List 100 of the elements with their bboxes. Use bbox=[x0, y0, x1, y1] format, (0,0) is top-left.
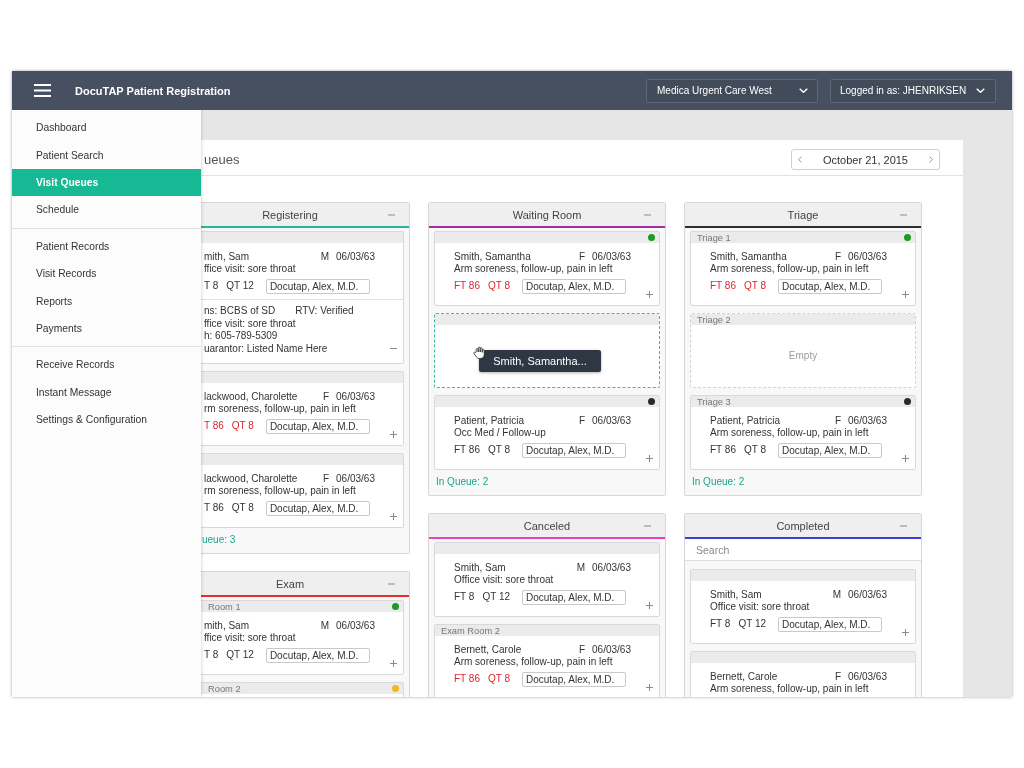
provider-field[interactable]: Docutap, Alex, M.D. bbox=[265, 418, 370, 434]
birth-date: 06/03/63 bbox=[336, 473, 375, 485]
qt-time: QT 8 bbox=[487, 444, 510, 456]
hand-cursor-icon bbox=[473, 346, 485, 359]
search-field[interactable]: Search bbox=[685, 539, 921, 561]
patient-sex: F bbox=[322, 473, 330, 485]
expand-button[interactable] bbox=[390, 513, 397, 520]
chevron-left-icon bbox=[798, 156, 802, 163]
chevron-right-icon bbox=[929, 156, 933, 163]
patient-name: Smith, Samantha bbox=[710, 251, 787, 263]
provider-field[interactable]: Docutap, Alex, M.D. bbox=[265, 500, 370, 516]
drag-preview[interactable]: Smith, Samantha... bbox=[479, 350, 601, 372]
patient-name: lackwood, Charolette bbox=[204, 391, 298, 403]
visit-reason: Arm soreness, follow-up, pain in left bbox=[710, 263, 869, 275]
qt-time: QT 12 bbox=[738, 618, 766, 630]
provider-field[interactable]: Docutap, Alex, M.D. bbox=[778, 616, 882, 632]
expand-button[interactable] bbox=[902, 629, 909, 636]
provider-field[interactable]: Docutap, Alex, M.D. bbox=[522, 278, 626, 294]
minus-icon bbox=[643, 213, 651, 216]
sidebar-item[interactable]: Payments bbox=[12, 314, 201, 343]
expand-button[interactable] bbox=[390, 660, 397, 667]
ft-time: FT 86 bbox=[710, 444, 736, 456]
minus-icon bbox=[387, 582, 395, 585]
provider-field[interactable]: Docutap, Alex, M.D. bbox=[265, 278, 370, 294]
minus-icon bbox=[387, 213, 395, 216]
ft-time: FT 86 bbox=[454, 280, 480, 292]
qt-time: QT 12 bbox=[226, 649, 254, 661]
patient-name: Smith, Samantha bbox=[454, 251, 531, 263]
ft-time: FT 8 bbox=[710, 618, 731, 630]
expand-button[interactable] bbox=[902, 291, 909, 298]
queue-count: In Queue: 2 bbox=[435, 476, 490, 488]
sidebar-item[interactable]: Settings & Configuration bbox=[12, 405, 201, 434]
sidebar-item[interactable]: Reports bbox=[12, 287, 201, 315]
sidebar-item[interactable]: Schedule bbox=[12, 196, 201, 224]
birth-date: 06/03/63 bbox=[592, 644, 631, 656]
birth-date: 06/03/63 bbox=[592, 415, 631, 427]
room-label: Triage 1 bbox=[697, 232, 731, 243]
empty-label: Empty bbox=[788, 350, 818, 362]
patient-sex: F bbox=[834, 415, 842, 427]
patient-sex: F bbox=[578, 251, 586, 263]
ft-time: T 8 bbox=[204, 649, 219, 661]
sidebar-item[interactable]: Dashboard bbox=[12, 114, 201, 142]
plus-icon bbox=[902, 291, 909, 298]
location-dropdown[interactable]: Medica Urgent Care West bbox=[646, 78, 818, 103]
minus-icon bbox=[643, 524, 651, 527]
ft-time: FT 86 bbox=[454, 673, 480, 685]
previous-date-button[interactable] bbox=[798, 156, 802, 163]
patient-sex: M bbox=[320, 251, 330, 263]
sidebar-item[interactable]: Receive Records bbox=[12, 351, 201, 379]
provider-field[interactable]: Docutap, Alex, M.D. bbox=[265, 647, 370, 663]
sidebar-item[interactable]: Patient Search bbox=[12, 141, 201, 169]
patient-name: Bernett, Carole bbox=[710, 671, 778, 683]
expand-button[interactable] bbox=[646, 684, 653, 691]
patient-name: lackwood, Charolette bbox=[204, 473, 298, 485]
patient-name: Patient, Patricia bbox=[454, 415, 525, 427]
patient-name: mith, Sam bbox=[204, 251, 249, 263]
birth-date: 06/03/63 bbox=[592, 562, 631, 574]
queue-title: Exam bbox=[275, 577, 305, 590]
room-label: Triage 2 bbox=[697, 314, 731, 325]
visit-reason: Office visit: sore throat bbox=[454, 574, 554, 586]
menu-icon bbox=[34, 84, 51, 97]
patient-sex: F bbox=[322, 391, 330, 403]
birth-date: 06/03/63 bbox=[848, 671, 887, 683]
chevron-down-icon bbox=[976, 88, 985, 93]
patient-sex: F bbox=[578, 415, 586, 427]
date-label: October 21, 2015 bbox=[823, 153, 908, 166]
plus-icon bbox=[646, 455, 653, 462]
ft-time: FT 86 bbox=[710, 280, 736, 292]
next-date-button[interactable] bbox=[929, 156, 933, 163]
visit-reason: ffice visit: sore throat bbox=[204, 632, 296, 644]
patient-sex: M bbox=[832, 589, 842, 601]
minus-icon bbox=[899, 524, 907, 527]
provider-field[interactable]: Docutap, Alex, M.D. bbox=[778, 278, 882, 294]
birth-date: 06/03/63 bbox=[336, 251, 375, 263]
birth-date: 06/03/63 bbox=[592, 251, 631, 263]
sidebar-item[interactable]: Visit Records bbox=[12, 259, 201, 288]
provider-field[interactable]: Docutap, Alex, M.D. bbox=[522, 671, 626, 687]
expand-button[interactable] bbox=[646, 291, 653, 298]
sidebar-item[interactable]: Patient Records bbox=[12, 232, 201, 260]
queue-title: Waiting Room bbox=[512, 208, 582, 221]
app-title: DocuTAP Patient Registration bbox=[75, 84, 231, 97]
chevron-down-icon bbox=[799, 88, 808, 93]
qt-time: QT 12 bbox=[226, 280, 254, 292]
menu-button[interactable] bbox=[34, 84, 51, 97]
qt-time: QT 8 bbox=[487, 673, 510, 685]
patient-sex: F bbox=[834, 251, 842, 263]
room-label: Triage 3 bbox=[697, 396, 731, 407]
expand-button[interactable] bbox=[390, 431, 397, 438]
qt-time: QT 12 bbox=[482, 591, 510, 603]
provider-field[interactable]: Docutap, Alex, M.D. bbox=[522, 589, 626, 605]
qt-time: QT 8 bbox=[743, 444, 766, 456]
queue-title: Canceled bbox=[523, 519, 571, 532]
provider-field[interactable]: Docutap, Alex, M.D. bbox=[778, 442, 882, 458]
visit-reason: rm soreness, follow-up, pain in left bbox=[204, 403, 356, 415]
provider-field[interactable]: Docutap, Alex, M.D. bbox=[522, 442, 626, 458]
user-menu[interactable]: Logged in as: JHENRIKSEN bbox=[830, 78, 996, 103]
expand-button[interactable] bbox=[646, 455, 653, 462]
expand-button[interactable] bbox=[902, 455, 909, 462]
sidebar-item[interactable]: Instant Message bbox=[12, 378, 201, 406]
expand-button[interactable] bbox=[646, 602, 653, 609]
